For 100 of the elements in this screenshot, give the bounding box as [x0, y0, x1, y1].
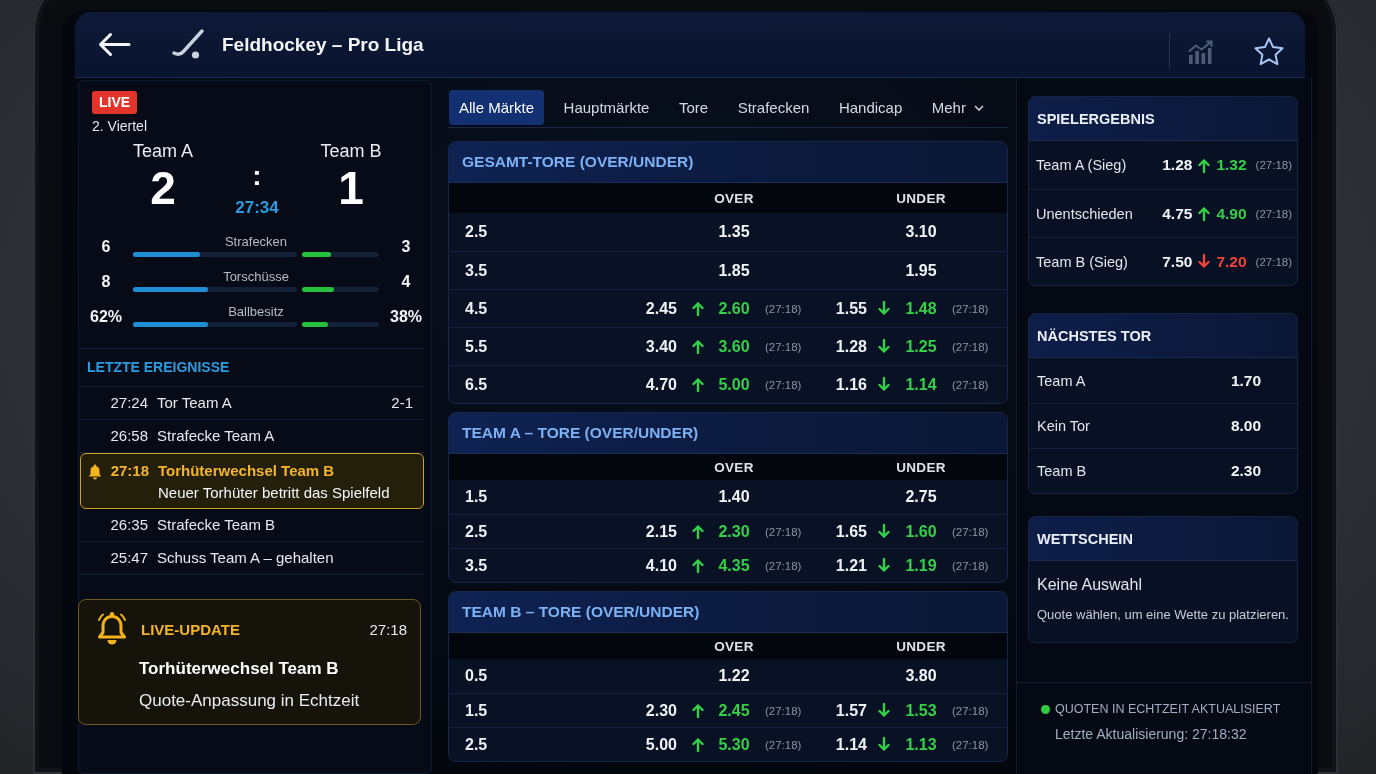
change-time: (27:18) [1255, 159, 1292, 171]
team-name: Team A [133, 140, 193, 162]
odds-value[interactable]: 1.60 [905, 522, 937, 541]
previous-odds: 4.75 [1162, 204, 1193, 223]
previous-odds: 1.21 [835, 556, 867, 575]
change-time: (27:18) [952, 302, 989, 315]
odds-value[interactable]: 2.30 [718, 522, 750, 541]
line-value: 1.5 [465, 488, 488, 506]
previous-odds: 2.15 [645, 522, 677, 541]
column-header: OVER [714, 190, 754, 206]
change-time: (27:18) [1255, 255, 1292, 268]
odds-value[interactable]: 2.75 [905, 488, 937, 506]
event-text: Torhüterwechsel Team B [158, 462, 335, 480]
odds-value[interactable]: 1.85 [718, 261, 750, 280]
previous-odds: 1.16 [835, 375, 867, 394]
event-text: Schuss Team A – gehalten [157, 549, 334, 567]
previous-odds: 1.14 [835, 735, 867, 754]
odds-value[interactable]: 1.14 [905, 375, 937, 394]
hockey-stick-icon [171, 29, 204, 60]
line-value: 3.5 [465, 261, 488, 280]
odds-value[interactable]: 1.25 [905, 337, 937, 356]
stat-value: 4 [401, 273, 411, 291]
status-label: QUOTEN IN ECHTZEIT AKTUALISIERT [1055, 701, 1281, 717]
outcome-label: Team B [1037, 463, 1087, 479]
live-update-title: LIVE-UPDATE [141, 620, 240, 638]
event-time: 27:18 [110, 462, 149, 480]
stat-value: 3 [401, 238, 411, 256]
change-time: (27:18) [952, 704, 989, 717]
back-arrow-icon[interactable] [98, 32, 131, 57]
previous-odds: 1.28 [835, 337, 867, 356]
odds-value[interactable]: 1.40 [718, 488, 750, 506]
event-text: Strafecke Team B [157, 516, 276, 534]
previous-odds: 7.50 [1162, 252, 1193, 271]
market-tab[interactable]: Alle Märkte [449, 90, 545, 125]
market-tab[interactable]: Handicap [828, 90, 913, 125]
odds-value[interactable]: 3.10 [905, 223, 937, 241]
event-text: Tor Team A [157, 394, 232, 412]
odds-value[interactable]: 4.35 [718, 556, 750, 575]
change-time: (27:18) [765, 378, 802, 391]
bar-chart-icon[interactable] [1188, 39, 1214, 64]
odds-value[interactable]: 7.20 [1216, 252, 1247, 271]
previous-odds: 2.45 [645, 299, 677, 318]
event-text: Strafecke Team A [157, 427, 275, 445]
stat-value: 38% [390, 308, 422, 326]
odds-value[interactable]: 5.00 [718, 375, 750, 394]
change-time: (27:18) [952, 525, 989, 538]
line-value: 2.5 [465, 223, 488, 241]
odds-value[interactable]: 3.60 [718, 337, 750, 356]
odds-value[interactable]: 2.45 [718, 701, 750, 720]
previous-odds: 4.70 [645, 375, 677, 394]
odds-value[interactable]: 3.80 [905, 667, 937, 685]
odds-value[interactable]: 1.35 [718, 223, 750, 241]
change-time: (27:18) [952, 559, 989, 572]
previous-odds: 1.55 [835, 299, 867, 318]
market-tab[interactable]: Hauptmärkte [553, 90, 660, 125]
market-title: TEAM A – TORE (OVER/UNDER) [462, 424, 699, 442]
odds-value[interactable]: 2.60 [718, 299, 750, 318]
previous-odds: 5.00 [645, 735, 677, 754]
event-time: 27:24 [110, 394, 148, 412]
event-detail: Neuer Torhüter betritt das Spielfeld [158, 484, 390, 502]
odds-value[interactable]: 1.48 [905, 299, 937, 318]
previous-odds: 3.40 [645, 337, 677, 356]
odds-value[interactable]: 1.95 [905, 261, 937, 280]
chevron-down-icon [973, 104, 984, 111]
match-clock: 27:34 [235, 198, 279, 218]
change-time: (27:18) [765, 340, 802, 353]
star-icon[interactable] [1254, 37, 1284, 66]
live-badge: LIVE [92, 91, 138, 114]
event-time: 25:47 [110, 549, 148, 567]
line-value: 3.5 [465, 556, 488, 575]
odds-value[interactable]: 8.00 [1230, 417, 1262, 435]
odds-value[interactable]: 2.30 [1230, 462, 1262, 480]
previous-odds: 1.57 [835, 701, 867, 720]
odds-value[interactable]: 1.13 [905, 735, 937, 754]
team-score: 2 [150, 163, 176, 216]
odds-value[interactable]: 1.19 [905, 556, 937, 575]
odds-value[interactable]: 1.32 [1216, 156, 1247, 174]
hint-text: Quote wählen, um eine Wette zu platzieren. [1037, 606, 1289, 624]
stat-label: Torschüsse [223, 269, 289, 285]
dropdown-tab[interactable]: Mehr [921, 90, 994, 125]
odds-value[interactable]: 1.22 [718, 667, 750, 685]
odds-value[interactable]: 4.90 [1216, 204, 1247, 223]
line-value: 6.5 [465, 375, 488, 394]
stat-value: 8 [101, 273, 111, 291]
score-separator: : [252, 162, 262, 190]
change-time: (27:18) [765, 738, 802, 751]
market-tab[interactable]: Strafecken [727, 90, 820, 125]
odds-value[interactable]: 1.70 [1230, 371, 1262, 390]
line-value: 5.5 [465, 337, 488, 356]
column-header: UNDER [896, 638, 946, 654]
previous-odds: 4.10 [645, 556, 677, 575]
odds-value[interactable]: 5.30 [718, 735, 750, 754]
odds-value[interactable]: 1.53 [905, 701, 937, 720]
live-update-time: 27:18 [369, 620, 407, 638]
outcome-label: Unentschieden [1036, 205, 1133, 222]
previous-odds: 1.28 [1162, 156, 1193, 174]
bell-icon [87, 462, 103, 480]
market-tab[interactable]: Tore [668, 90, 719, 125]
change-time: (27:18) [952, 378, 989, 391]
change-time: (27:18) [765, 525, 802, 538]
